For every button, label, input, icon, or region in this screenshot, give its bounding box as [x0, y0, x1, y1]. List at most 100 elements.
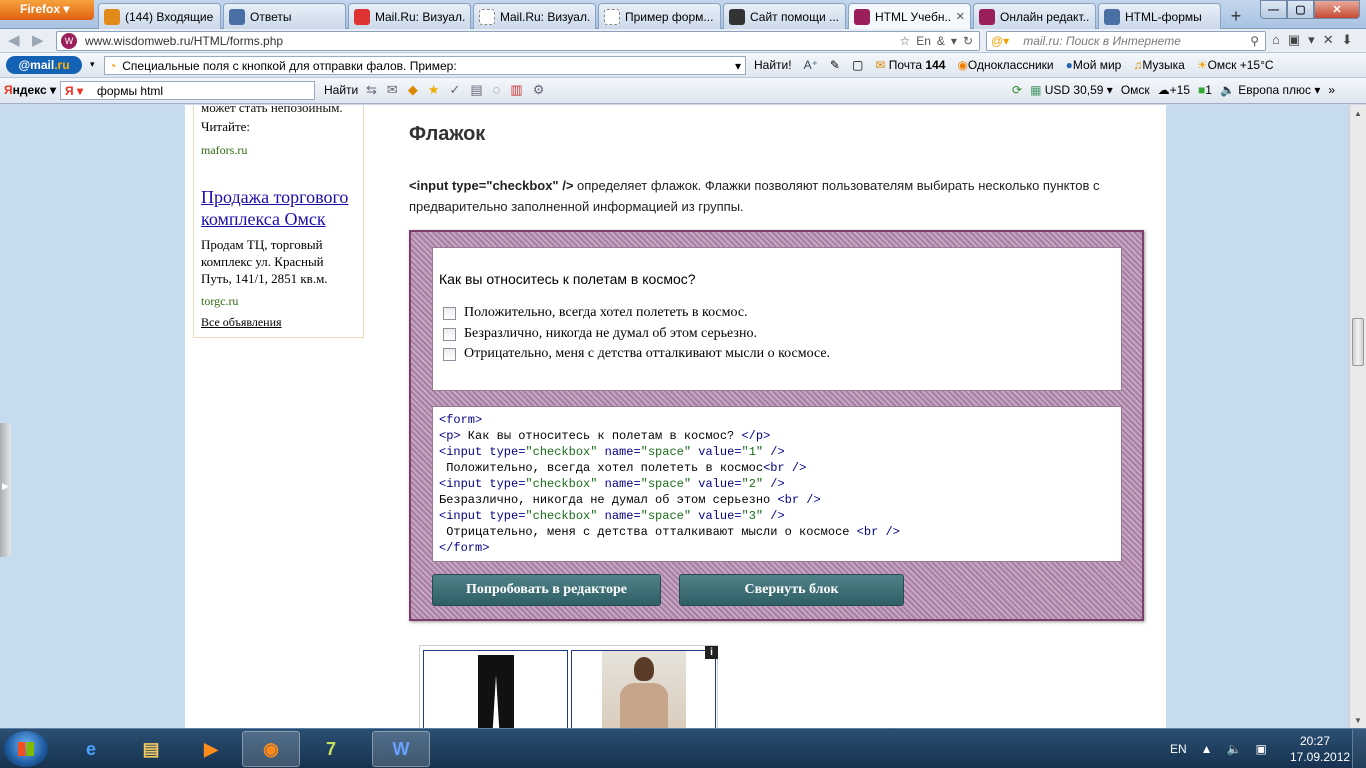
info-icon[interactable]: i	[705, 646, 718, 659]
browser-tab[interactable]: Пример форм...	[598, 3, 721, 29]
media-player-icon[interactable]: ▶	[182, 731, 240, 767]
bars-icon[interactable]: ▥	[510, 82, 522, 98]
ampersand-icon[interactable]: &	[937, 34, 945, 48]
ad-url-2[interactable]: torgc.ru	[201, 294, 356, 309]
city-widget[interactable]: Омск	[1121, 83, 1150, 97]
yandex-search-input[interactable]: Я ▾ формы html	[60, 81, 315, 100]
reload-icon[interactable]: ↻	[963, 34, 973, 48]
language-indicator[interactable]: En	[916, 34, 931, 48]
7zip-icon[interactable]: 7	[302, 731, 360, 767]
chat-bubble-icon[interactable]: ◌	[493, 82, 501, 98]
close-window-icon[interactable]: ✕	[1314, 0, 1360, 19]
all-ads-link[interactable]: Все объявления	[201, 315, 356, 330]
music-link[interactable]: ♫Музыка	[1133, 58, 1184, 72]
checkbox[interactable]	[443, 347, 456, 361]
browser-tab[interactable]: (144) Входящие ...	[98, 3, 221, 29]
ad-title-link[interactable]: Продажа торгового комплекса Омск	[201, 186, 356, 230]
clock[interactable]: 20:27 17.09.2012	[1290, 733, 1350, 765]
checkbox-option[interactable]: Положительно, всегда хотел полететь в ко…	[443, 305, 748, 321]
collapse-block-button[interactable]: Свернуть блок	[679, 574, 904, 606]
bookmark-star-icon[interactable]: ☆	[899, 34, 910, 48]
vertical-scrollbar[interactable]: ▲ ▼	[1349, 105, 1366, 728]
mailru-logo[interactable]: @mail .ru	[6, 56, 82, 74]
font-size-icon[interactable]: A⁺	[804, 58, 818, 72]
tab-close-icon[interactable]: ✕	[956, 10, 965, 23]
firefox-menu-button[interactable]: Firefox ▾	[0, 0, 94, 20]
currency-widget[interactable]: ▦ USD 30,59 ▾	[1030, 83, 1113, 97]
mailru-find-button[interactable]: Найти!	[754, 58, 792, 72]
browser-tab[interactable]: Mail.Ru: Визуал...	[348, 3, 471, 29]
ad-url[interactable]: mafors.ru	[201, 143, 356, 158]
browser-tab[interactable]: Онлайн редакт...	[973, 3, 1096, 29]
toolbar-menu-icon[interactable]: ▾	[1308, 32, 1315, 48]
mail-link[interactable]: ✉ Почта 144	[875, 58, 945, 72]
scroll-down-icon[interactable]: ▼	[1350, 712, 1366, 728]
back-arrow-icon[interactable]: ◀	[8, 31, 20, 49]
firefox-icon[interactable]: ◉	[242, 731, 300, 767]
show-desktop-button[interactable]	[1352, 729, 1366, 768]
try-in-editor-button[interactable]: Попробовать в редакторе	[432, 574, 661, 606]
radio-widget[interactable]: 🔈 Европа плюс ▾	[1220, 83, 1320, 97]
address-text[interactable]: www.wisdomweb.ru/HTML/forms.php	[85, 34, 899, 48]
odnoklassniki-link[interactable]: ◉Одноклассники	[957, 58, 1053, 72]
browser-tab[interactable]: Ответы	[223, 3, 346, 29]
toolbar-menu-arrow-icon[interactable]: ▾	[90, 59, 95, 70]
scroll-thumb[interactable]	[1352, 318, 1364, 366]
language-indicator[interactable]: EN	[1170, 742, 1187, 756]
maximize-icon[interactable]: ▢	[1287, 0, 1314, 19]
bookmarks-icon[interactable]: ⇆	[366, 82, 377, 98]
explorer-folder-icon[interactable]: ▤	[122, 731, 180, 767]
download-icon[interactable]: ⬇	[1342, 32, 1353, 48]
new-tab-button[interactable]: +	[1223, 3, 1249, 29]
tray-arrow-icon[interactable]: ▲	[1201, 742, 1213, 756]
moi-mir-link[interactable]: ●Мой мир	[1066, 58, 1122, 72]
dropdown-arrow-icon[interactable]: ▾	[951, 34, 957, 48]
home-icon[interactable]: ⌂	[1272, 32, 1280, 48]
forward-arrow-icon[interactable]: ▶	[32, 31, 44, 49]
screenshot-icon[interactable]: ▢	[852, 58, 863, 72]
checkbox-option[interactable]: Отрицательно, меня с детства отталкивают…	[443, 346, 830, 362]
mailru-search-field[interactable]: ◔ Специальные поля с кнопкой для отправк…	[104, 56, 746, 75]
mail-check-icon[interactable]: ✉	[387, 82, 398, 98]
product-pants-image[interactable]	[423, 650, 568, 728]
translate-icon[interactable]: ▤	[470, 82, 482, 98]
mailru-query[interactable]: Специальные поля с кнопкой для отправки …	[122, 59, 735, 73]
mailru-search-icon[interactable]: @▾	[991, 34, 1009, 48]
settings-gear-icon[interactable]: ⚙	[533, 82, 545, 98]
toolbar-overflow-icon[interactable]: »	[1328, 83, 1335, 97]
spellcheck-icon[interactable]: ✓	[449, 82, 460, 98]
word-icon[interactable]: W	[372, 731, 430, 767]
refresh-green-icon[interactable]: ⟳	[1012, 83, 1022, 97]
checkbox[interactable]	[443, 327, 456, 341]
start-button[interactable]	[4, 731, 48, 767]
minimize-icon[interactable]: —	[1260, 0, 1287, 19]
product-blouse-image[interactable]	[571, 650, 716, 728]
shopping-icon[interactable]: ◆	[408, 82, 418, 98]
highlight-icon[interactable]: ✎	[830, 58, 840, 72]
weather-widget[interactable]: ☁+15	[1158, 83, 1190, 97]
yandex-find-button[interactable]: Найти	[324, 83, 358, 97]
network-icon[interactable]: ▣	[1256, 742, 1267, 756]
search-box[interactable]: @▾ mail.ru: Поиск в Интернете ⚲	[986, 31, 1266, 51]
internet-explorer-icon[interactable]: e	[62, 731, 120, 767]
favorites-star-icon[interactable]: ★	[428, 82, 440, 98]
yandex-query[interactable]: формы html	[97, 84, 163, 98]
search-placeholder[interactable]: mail.ru: Поиск в Интернете	[1023, 34, 1250, 48]
volume-icon[interactable]: 🔈	[1227, 742, 1242, 756]
checkbox[interactable]	[443, 306, 456, 320]
yandex-logo[interactable]: Яндекс ▾	[4, 83, 56, 97]
sidebar-handle[interactable]: ▶	[0, 423, 11, 557]
browser-tab[interactable]: HTML Учебн... ✕	[848, 3, 971, 29]
browser-tab[interactable]: HTML-формы	[1098, 3, 1221, 29]
traffic-widget[interactable]: ■1	[1198, 83, 1212, 97]
addon-icon[interactable]: ▣	[1288, 32, 1300, 48]
address-bar[interactable]: W www.wisdomweb.ru/HTML/forms.php ☆ En &…	[56, 31, 980, 51]
checkbox-option[interactable]: Безразлично, никогда не думал об этом се…	[443, 326, 757, 342]
scroll-up-icon[interactable]: ▲	[1350, 105, 1366, 121]
browser-tab[interactable]: Сайт помощи ...	[723, 3, 846, 29]
browser-tab[interactable]: Mail.Ru: Визуал...	[473, 3, 596, 29]
kaspersky-icon[interactable]: ✕	[1323, 32, 1334, 48]
search-magnifier-icon[interactable]: ⚲	[1250, 34, 1265, 48]
chevron-down-icon[interactable]: ▾	[735, 59, 745, 73]
weather-link[interactable]: ☀Омск +15°С	[1197, 58, 1274, 72]
